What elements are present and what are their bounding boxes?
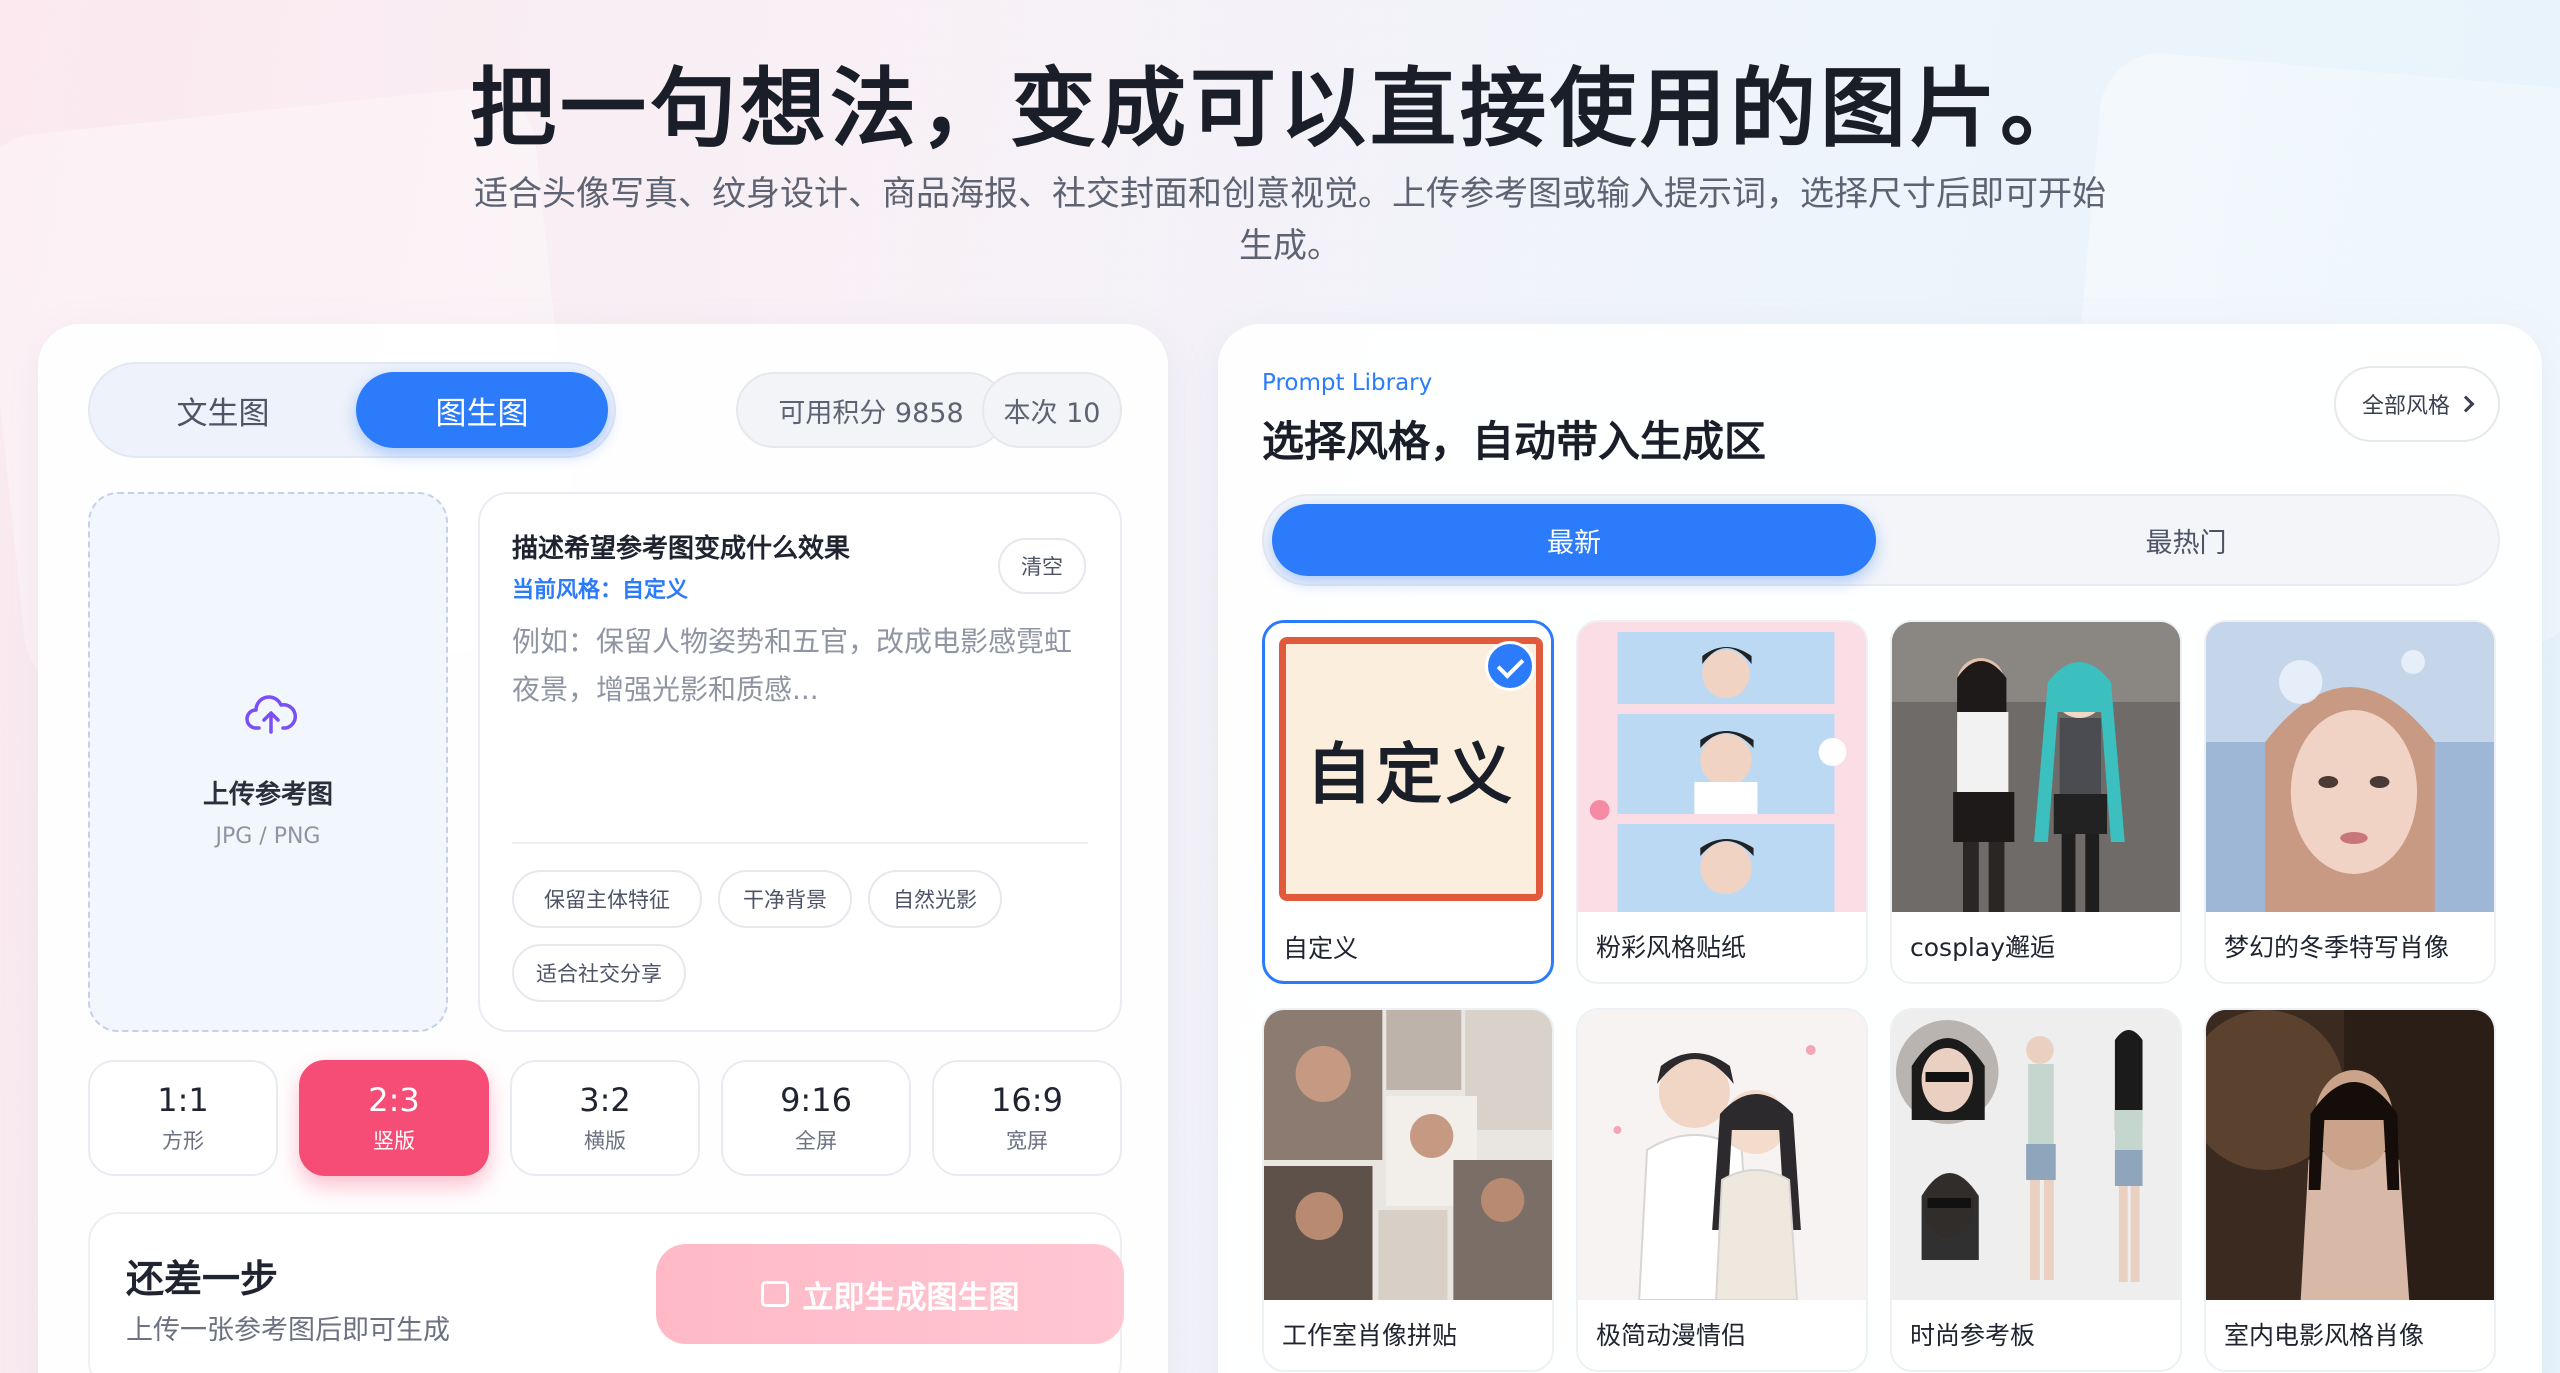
style-label: 梦幻的冬季特写肖像 — [2224, 933, 2450, 962]
upload-formats: JPG / PNG — [215, 824, 321, 849]
style-thumbnail — [2206, 622, 2494, 912]
ratio-16-9[interactable]: 16:9 宽屏 — [932, 1060, 1122, 1176]
style-thumbnail — [1892, 1010, 2180, 1300]
cost-badge: 本次 10 — [982, 372, 1122, 448]
style-thumbnail — [2206, 1010, 2494, 1300]
tab-latest[interactable]: 最新 — [1272, 504, 1876, 576]
chip-natural-light[interactable]: 自然光影 — [868, 870, 1002, 928]
ratio-value: 9:16 — [780, 1081, 852, 1119]
clear-button[interactable]: 清空 — [998, 538, 1086, 594]
style-card-pastel-sticker[interactable]: 粉彩风格贴纸 — [1576, 620, 1868, 984]
library-tabs: 最新 最热门 — [1262, 494, 2500, 586]
style-label: 极简动漫情侣 — [1596, 1321, 1747, 1350]
generate-section: 还差一步 上传一张参考图后即可生成 立即生成图生图 — [88, 1212, 1124, 1373]
style-label: 室内电影风格肖像 — [2224, 1321, 2425, 1350]
style-card-custom[interactable]: 自定义 自定义 — [1262, 620, 1554, 984]
check-icon — [1485, 641, 1535, 691]
generate-button[interactable]: 立即生成图生图 — [656, 1244, 1124, 1344]
style-card-anime-couple[interactable]: 极简动漫情侣 — [1576, 1008, 1868, 1372]
tab-popular[interactable]: 最热门 — [1884, 504, 2488, 576]
action-subtitle: 上传一张参考图后即可生成 — [126, 1315, 450, 1346]
generate-button-label: 立即生成图生图 — [802, 1279, 1020, 1316]
prompt-editor[interactable]: 描述希望参考图变成什么效果 当前风格：自定义 清空 例如：保留人物姿势和五官，改… — [478, 492, 1122, 1032]
ratio-label: 方形 — [162, 1129, 204, 1153]
style-thumbnail — [1892, 622, 2180, 912]
ratio-value: 16:9 — [991, 1081, 1063, 1119]
chip-clean-background[interactable]: 干净背景 — [718, 870, 852, 928]
upload-dropzone[interactable]: 上传参考图 JPG / PNG — [88, 492, 448, 1032]
style-label: 粉彩风格贴纸 — [1596, 933, 1747, 962]
ratio-1-1[interactable]: 1:1 方形 — [88, 1060, 278, 1176]
style-card-studio-collage[interactable]: 工作室肖像拼贴 — [1262, 1008, 1554, 1372]
tab-image-to-image[interactable]: 图生图 — [356, 372, 608, 448]
chevron-right-icon — [2457, 395, 2475, 413]
ratio-value: 3:2 — [579, 1081, 631, 1119]
style-card-fashion-moodboard[interactable]: 时尚参考板 — [1890, 1008, 2182, 1372]
style-label: 工作室肖像拼贴 — [1282, 1321, 1458, 1350]
prompt-library-panel: Prompt Library 选择风格，自动带入生成区 全部风格 最新 最热门 … — [1218, 324, 2542, 1373]
current-style-label: 当前风格：自定义 — [512, 578, 689, 603]
chip-social-share[interactable]: 适合社交分享 — [512, 944, 686, 1002]
all-styles-button[interactable]: 全部风格 — [2334, 366, 2500, 442]
ratio-label: 横版 — [584, 1129, 626, 1153]
credits-badge: 可用积分 9858 — [736, 372, 1006, 448]
generator-panel: 文生图 图生图 可用积分 9858 本次 10 上传参考图 JPG / PNG … — [38, 324, 1168, 1373]
ratio-value: 1:1 — [157, 1081, 209, 1119]
ratio-label: 全屏 — [795, 1129, 837, 1153]
library-title: 选择风格，自动带入生成区 — [1262, 417, 1767, 466]
prompt-title: 描述希望参考图变成什么效果 — [512, 534, 851, 564]
upload-title: 上传参考图 — [202, 780, 333, 810]
all-styles-label: 全部风格 — [2361, 394, 2450, 419]
ratio-value: 2:3 — [368, 1081, 420, 1119]
action-title: 还差一步 — [126, 1257, 279, 1301]
style-label: cosplay邂逅 — [1910, 933, 2055, 962]
style-label: 自定义 — [1283, 934, 1359, 963]
library-kicker: Prompt Library — [1262, 370, 1433, 396]
style-label: 时尚参考板 — [1910, 1321, 2036, 1350]
cloud-upload-icon — [245, 695, 297, 734]
style-card-winter-portrait[interactable]: 梦幻的冬季特写肖像 — [2204, 620, 2496, 984]
upload-box-icon — [760, 1281, 789, 1307]
mode-tabs: 文生图 图生图 — [88, 362, 616, 458]
tab-text-to-image[interactable]: 文生图 — [98, 372, 348, 448]
hero-title: 把一句想法，变成可以直接使用的图片。 — [470, 59, 2090, 159]
style-thumbnail — [1578, 1010, 1866, 1300]
divider — [512, 842, 1088, 844]
style-thumbnail — [1578, 622, 1866, 912]
style-card-cinematic-portrait[interactable]: 室内电影风格肖像 — [2204, 1008, 2496, 1372]
ratio-2-3[interactable]: 2:3 竖版 — [299, 1060, 489, 1176]
ratio-label: 竖版 — [373, 1129, 415, 1153]
ratio-label: 宽屏 — [1006, 1129, 1048, 1153]
ratio-3-2[interactable]: 3:2 横版 — [510, 1060, 700, 1176]
hero-subtitle: 适合头像写真、纹身设计、商品海报、社交封面和创意视觉。上传参考图或输入提示词，选… — [474, 174, 2106, 266]
style-thumbnail — [1264, 1010, 1552, 1300]
ratio-9-16[interactable]: 9:16 全屏 — [721, 1060, 911, 1176]
prompt-input[interactable]: 例如：保留人物姿势和五官，改成电影感霓虹夜景，增强光影和质感... — [512, 618, 1092, 714]
chip-keep-subject[interactable]: 保留主体特征 — [512, 870, 702, 928]
style-card-cosplay[interactable]: cosplay邂逅 — [1890, 620, 2182, 984]
